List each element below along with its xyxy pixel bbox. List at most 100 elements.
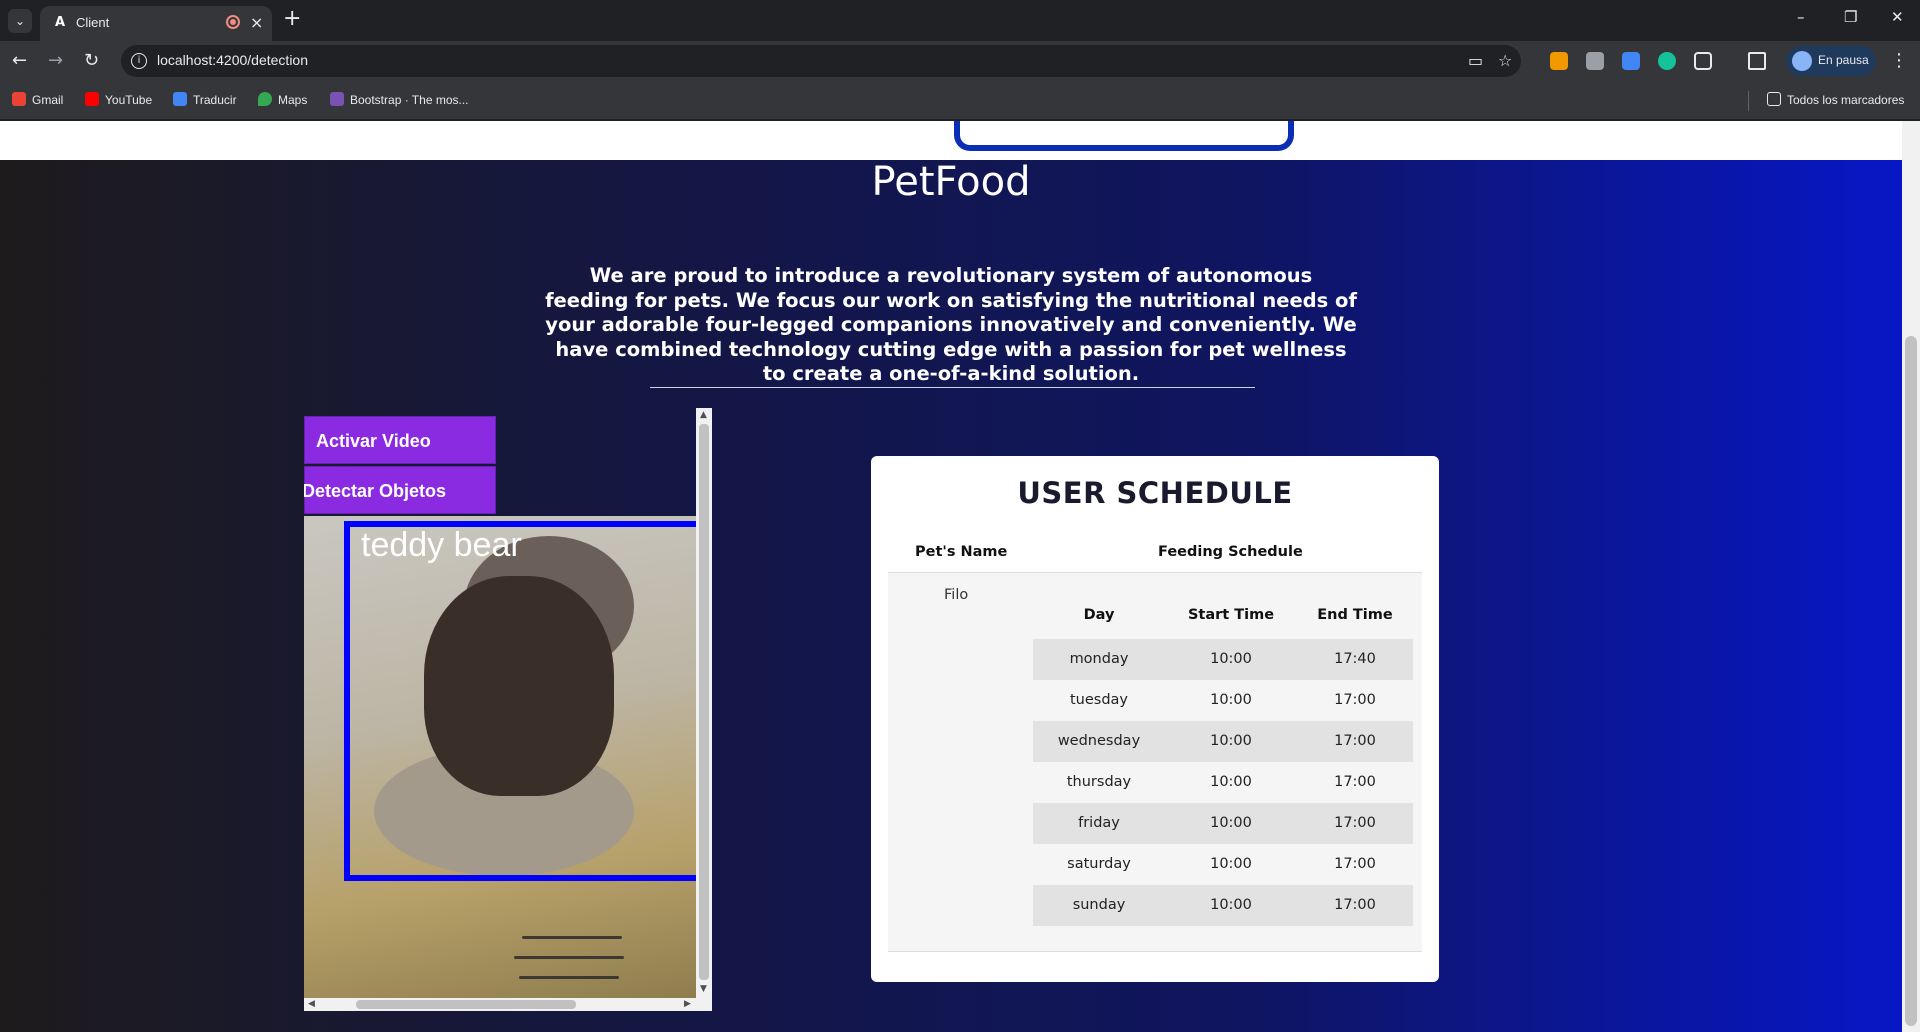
translate-icon[interactable]: [1622, 52, 1640, 70]
page-scrollbar[interactable]: [1902, 121, 1920, 1032]
minimize-icon[interactable]: –: [1797, 8, 1805, 26]
start-cell: 10:00: [1210, 856, 1252, 872]
day-cell: thursday: [1066, 774, 1132, 790]
end-cell: 17:40: [1334, 651, 1376, 667]
end-cell: 17:00: [1334, 815, 1376, 831]
bookmark-maps[interactable]: Maps: [258, 92, 307, 107]
bookmark-youtube[interactable]: YouTube: [85, 92, 152, 107]
fabric-stripe: [519, 976, 619, 979]
camera-icon[interactable]: ▭: [1468, 51, 1483, 70]
col-feeding-schedule: Feeding Schedule: [1158, 544, 1303, 560]
tab-search-chevron-icon[interactable]: ⌄: [8, 9, 32, 33]
scroll-down-icon[interactable]: ▼: [700, 984, 707, 994]
day-cell: friday: [1078, 815, 1120, 831]
bookmarks-bar: Gmail YouTube Traducir Maps Bootstrap · …: [0, 81, 1920, 120]
end-cell: 17:00: [1334, 856, 1376, 872]
brand-title: PetFood: [871, 159, 1031, 205]
end-cell: 17:00: [1334, 733, 1376, 749]
reload-icon[interactable]: ↻: [84, 50, 99, 71]
all-bookmarks[interactable]: Todos los marcadores: [1767, 92, 1904, 107]
start-cell: 10:00: [1210, 815, 1252, 831]
bookmark-star-icon[interactable]: ☆: [1498, 51, 1512, 70]
schedule-table-body: Filo Day Start Time End Time monday 10:0…: [888, 572, 1422, 952]
window-close-icon[interactable]: ✕: [1891, 8, 1904, 26]
maps-pin-icon: [258, 92, 272, 106]
tab-title: Client: [76, 15, 110, 30]
activate-video-button[interactable]: Activar Video: [304, 416, 496, 464]
start-cell: 10:00: [1210, 651, 1252, 667]
col-pet-name: Pet's Name: [915, 544, 1008, 560]
fabric-stripe: [522, 936, 622, 939]
restore-icon[interactable]: ❐: [1844, 8, 1857, 26]
sub-header-start: Start Time: [1187, 607, 1275, 623]
start-cell: 10:00: [1210, 692, 1252, 708]
scroll-up-icon[interactable]: ▲: [700, 410, 707, 420]
detection-panel: Activar Video Detectar Objetos teddy bea…: [304, 408, 712, 1011]
sub-header-end: End Time: [1317, 607, 1393, 623]
url-text: localhost:4200/detection: [157, 52, 308, 68]
page-viewport: PetFood We are proud to introduce a revo…: [0, 121, 1920, 1032]
bookmark-bootstrap[interactable]: Bootstrap · The mos...: [330, 92, 469, 107]
day-cell: sunday: [1072, 897, 1126, 913]
divider: [650, 387, 1255, 388]
bookmark-traducir[interactable]: Traducir: [173, 92, 237, 107]
sub-header-day: Day: [1083, 607, 1115, 623]
browser-toolbar: ← → ↻ i localhost:4200/detection ▭ ☆ En …: [0, 41, 1920, 81]
extension-gray-icon[interactable]: [1586, 52, 1604, 70]
extensions-puzzle-icon[interactable]: [1694, 52, 1712, 70]
profile-button[interactable]: En pausa: [1786, 46, 1876, 76]
vertical-scrollbar[interactable]: ▲ ▼: [696, 408, 712, 998]
detection-bounding-box: [344, 521, 696, 881]
end-cell: 17:00: [1334, 774, 1376, 790]
day-cell: tuesday: [1069, 692, 1129, 708]
start-cell: 10:00: [1210, 897, 1252, 913]
divider: [1748, 91, 1749, 111]
table-row: friday 10:00 17:00: [1033, 803, 1413, 844]
table-row: saturday 10:00 17:00: [1033, 844, 1413, 885]
nav-pill-button[interactable]: [954, 121, 1294, 151]
gmail-icon: [12, 92, 26, 106]
tab-client[interactable]: A Client ×: [40, 6, 272, 41]
tab-strip: ⌄ A Client × + – ❐ ✕: [0, 0, 1920, 41]
bootstrap-icon: [330, 92, 344, 106]
end-cell: 17:00: [1334, 692, 1376, 708]
user-schedule-card: USER SCHEDULE Pet's Name Feeding Schedul…: [871, 456, 1439, 982]
pet-name-cell: Filo: [944, 587, 969, 603]
scroll-right-icon[interactable]: ▶: [684, 999, 691, 1009]
scroll-left-icon[interactable]: ◀: [308, 999, 315, 1009]
grammarly-icon[interactable]: [1658, 52, 1676, 70]
detection-label: teddy bear: [361, 526, 522, 564]
forward-icon[interactable]: →: [48, 50, 63, 71]
table-row: thursday 10:00 17:00: [1033, 762, 1413, 803]
day-cell: wednesday: [1057, 733, 1141, 749]
more-menu-icon[interactable]: ⋮: [1890, 50, 1908, 71]
intro-text: We are proud to introduce a revolutionar…: [545, 264, 1357, 385]
scrollbar-thumb[interactable]: [699, 424, 709, 980]
recording-indicator-icon: [226, 15, 240, 29]
table-row: tuesday 10:00 17:00: [1033, 680, 1413, 721]
side-panel-icon[interactable]: [1748, 52, 1766, 70]
bookmark-gmail[interactable]: Gmail: [12, 92, 63, 107]
top-nav-bar: [0, 121, 1902, 160]
table-row: monday 10:00 17:40: [1033, 639, 1413, 680]
new-tab-button[interactable]: +: [283, 6, 301, 31]
address-bar[interactable]: i localhost:4200/detection ▭ ☆: [121, 45, 1521, 77]
translate-icon: [173, 92, 187, 106]
scrollbar-thumb[interactable]: [1905, 336, 1917, 1026]
day-cell: monday: [1069, 651, 1129, 667]
avatar: [1792, 51, 1812, 71]
day-cell: saturday: [1067, 856, 1131, 872]
profile-status: En pausa: [1818, 53, 1869, 67]
folder-icon: [1767, 92, 1781, 106]
tab-close-icon[interactable]: ×: [250, 13, 263, 32]
angular-favicon-icon: A: [54, 15, 66, 30]
horizontal-scrollbar[interactable]: ◀ ▶: [304, 998, 712, 1011]
detect-objects-button[interactable]: Detectar Objetos: [304, 466, 496, 514]
card-title: USER SCHEDULE: [1017, 476, 1293, 510]
extension-key-icon[interactable]: [1550, 52, 1568, 70]
end-cell: 17:00: [1334, 897, 1376, 913]
scrollbar-thumb[interactable]: [356, 1000, 576, 1009]
site-info-icon[interactable]: i: [131, 53, 147, 69]
back-icon[interactable]: ←: [12, 50, 27, 71]
youtube-icon: [85, 92, 99, 106]
